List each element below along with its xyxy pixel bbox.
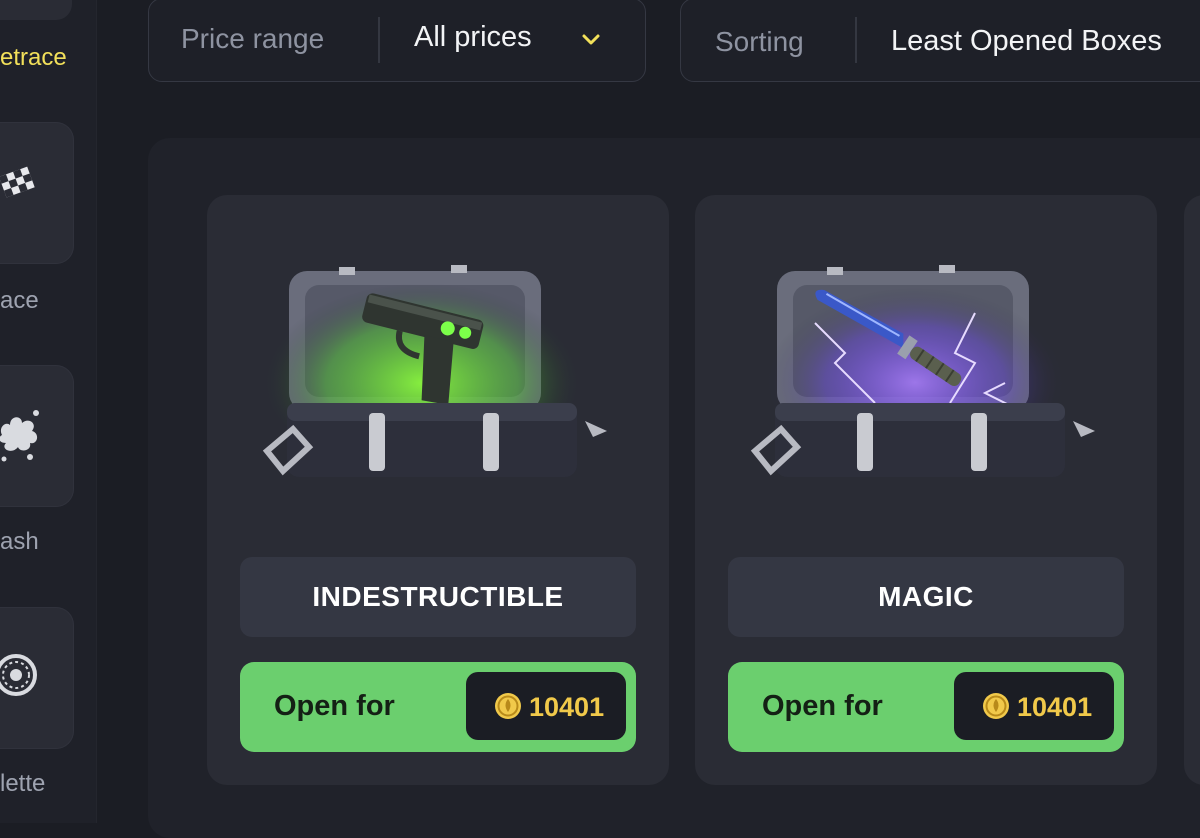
roulette-icon <box>0 654 37 696</box>
case-price: 10401 <box>1017 692 1093 722</box>
knife-case-icon <box>750 265 1095 477</box>
sidebar: etrace ace ash lette <box>0 0 97 823</box>
price-range-filter[interactable]: Price range All prices <box>148 0 646 82</box>
open-case-button[interactable]: Open for 10401 <box>240 662 636 752</box>
sidebar-item-label[interactable]: lette <box>0 770 45 798</box>
price-pill: 10401 <box>954 672 1114 740</box>
case-card[interactable]: INDESTRUCTIBLE Open for 10401 <box>207 195 669 785</box>
sidebar-tile-crash[interactable] <box>0 365 74 507</box>
open-button-label: Open for <box>762 690 883 722</box>
case-name: MAGIC <box>728 557 1124 637</box>
sidebar-tile-roulette[interactable] <box>0 607 74 749</box>
sidebar-tile-retrace[interactable] <box>0 0 72 20</box>
price-range-value[interactable]: All prices <box>414 21 532 54</box>
coin-icon <box>495 693 521 719</box>
chevron-down-icon[interactable] <box>581 33 601 47</box>
coin-icon <box>983 693 1009 719</box>
sorting-value[interactable]: Least Opened Boxes <box>891 25 1162 58</box>
price-range-label: Price range <box>181 23 325 54</box>
filter-divider <box>855 17 857 63</box>
sidebar-tile-race[interactable] <box>0 122 74 264</box>
pistol-case-icon <box>262 265 607 477</box>
sidebar-item-label[interactable]: etrace <box>0 44 67 72</box>
sidebar-item-label[interactable]: ace <box>0 287 39 315</box>
sorting-label: Sorting <box>715 26 804 57</box>
explosion-icon <box>0 410 39 462</box>
price-pill: 10401 <box>466 672 626 740</box>
checkered-flag-icon <box>0 166 35 198</box>
sorting-filter[interactable]: Sorting Least Opened Boxes <box>680 0 1200 82</box>
case-card[interactable]: MAGIC Open for 10401 <box>695 195 1157 785</box>
case-price: 10401 <box>529 692 605 722</box>
open-case-button[interactable]: Open for 10401 <box>728 662 1124 752</box>
sidebar-item-label[interactable]: ash <box>0 528 39 556</box>
case-name: INDESTRUCTIBLE <box>240 557 636 637</box>
open-button-label: Open for <box>274 690 395 722</box>
filter-divider <box>378 17 380 63</box>
case-card-partial[interactable] <box>1184 195 1200 785</box>
